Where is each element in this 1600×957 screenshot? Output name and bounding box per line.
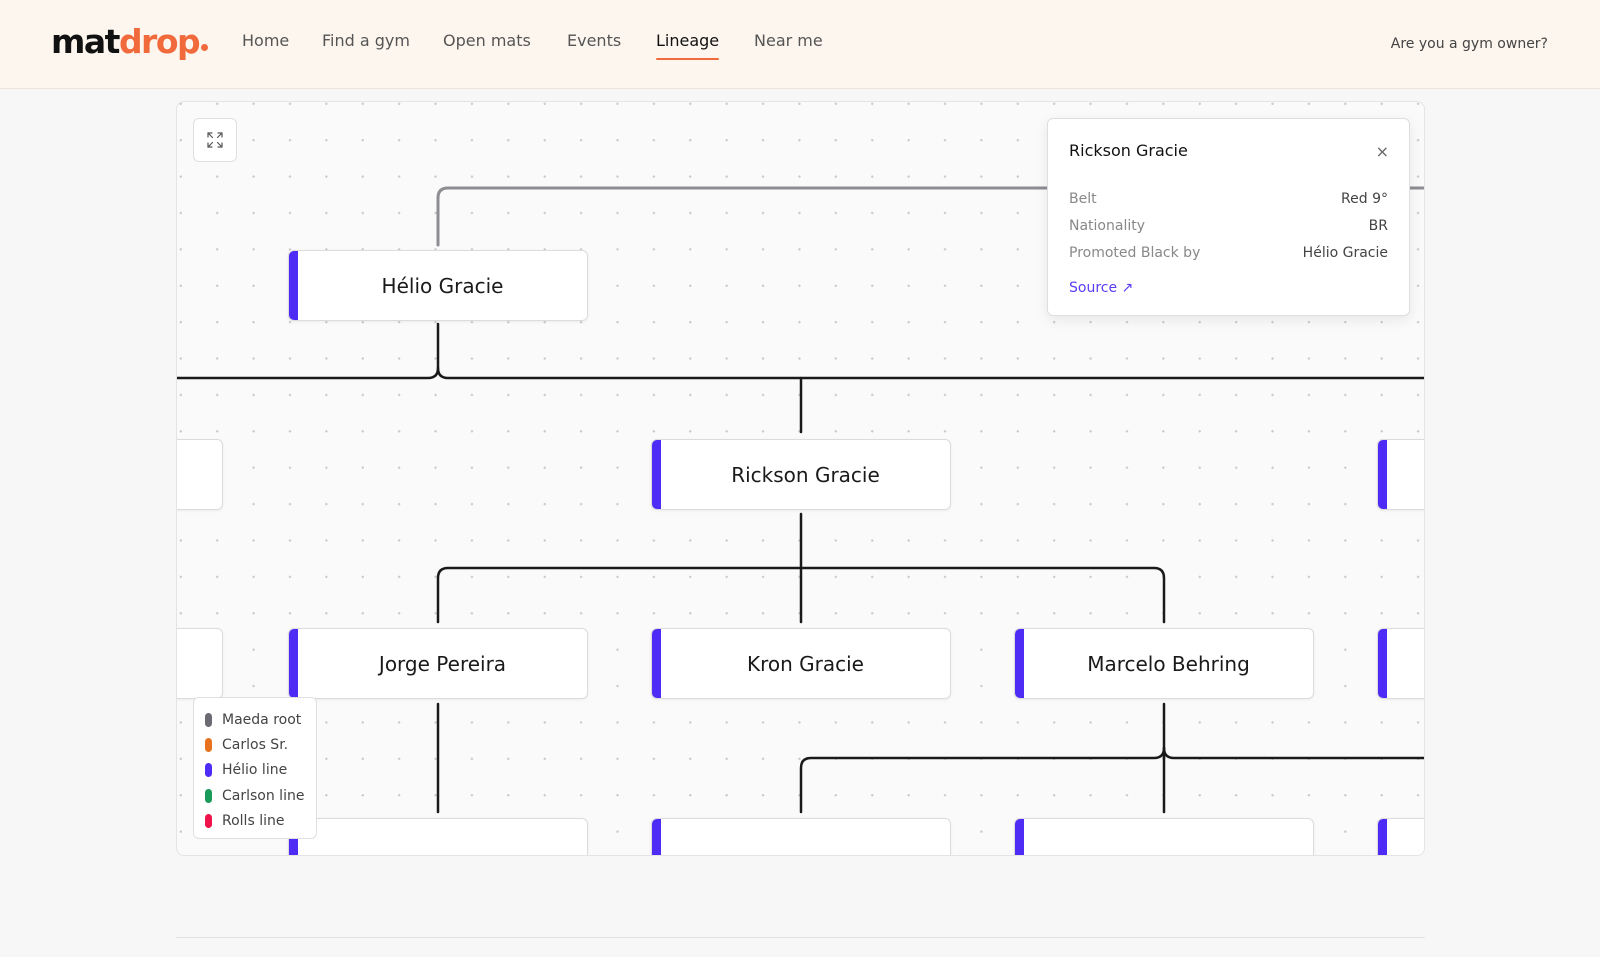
legend-swatch <box>205 814 212 829</box>
legend-item: Carlos Sr. <box>205 732 306 757</box>
legend-item: Carlson line <box>205 783 306 808</box>
nav-open-mats[interactable]: Open mats <box>443 31 531 51</box>
expand-icon <box>207 132 223 148</box>
node-cutoff[interactable] <box>1014 818 1314 855</box>
node-rickson-gracie[interactable]: Rickson Gracie <box>651 439 951 510</box>
node-offscreen-right[interactable] <box>1377 439 1424 510</box>
logo-dot <box>201 44 209 51</box>
node-cutoff[interactable] <box>288 818 588 855</box>
lineage-color-bar <box>1378 819 1387 855</box>
legend-swatch <box>205 788 212 803</box>
detail-row-promoted-by: Promoted Black by Hélio Gracie <box>1069 245 1388 261</box>
lineage-color-bar <box>289 251 298 320</box>
lineage-color-bar <box>652 440 661 509</box>
lineage-legend: Maeda root Carlos Sr. Hélio line Carlson… <box>193 697 317 839</box>
nav-home[interactable]: Home <box>242 31 289 51</box>
detail-row-nationality: Nationality BR <box>1069 218 1388 234</box>
person-detail-popover: Rickson Gracie × Belt Red 9° Nationality… <box>1047 118 1410 316</box>
nav-lineage[interactable]: Lineage <box>656 31 719 51</box>
node-offscreen-right[interactable] <box>1377 628 1424 699</box>
legend-swatch <box>205 738 212 753</box>
lineage-color-bar <box>1015 629 1024 698</box>
nav-events[interactable]: Events <box>567 31 621 51</box>
node-helio-gracie[interactable]: Hélio Gracie <box>288 250 588 321</box>
legend-item: Hélio line <box>205 758 306 783</box>
nav-find-a-gym[interactable]: Find a gym <box>322 31 410 51</box>
node-cutoff[interactable] <box>1377 818 1424 855</box>
lineage-color-bar <box>1378 629 1387 698</box>
nav-near-me[interactable]: Near me <box>754 31 823 51</box>
lineage-color-bar <box>652 819 661 855</box>
lineage-color-bar <box>652 629 661 698</box>
fit-view-button[interactable] <box>193 118 237 162</box>
footer-divider <box>176 937 1425 938</box>
gym-owner-link[interactable]: Are you a gym owner? <box>1391 36 1548 52</box>
lineage-color-bar <box>1015 819 1024 855</box>
node-offscreen-left[interactable] <box>177 628 223 699</box>
legend-item: Rolls line <box>205 809 306 834</box>
close-icon[interactable]: × <box>1376 143 1389 161</box>
matdrop-logo[interactable]: matdrop <box>51 22 209 62</box>
node-kron-gracie[interactable]: Kron Gracie <box>651 628 951 699</box>
legend-swatch <box>205 712 212 727</box>
node-cutoff[interactable] <box>651 818 951 855</box>
top-navigation-bar: matdrop Home Find a gym Open mats Events… <box>0 0 1600 89</box>
popover-title: Rickson Gracie <box>1069 141 1188 160</box>
node-offscreen-left[interactable] <box>177 439 223 510</box>
lineage-color-bar <box>1378 440 1387 509</box>
detail-row-belt: Belt Red 9° <box>1069 191 1388 207</box>
node-jorge-pereira[interactable]: Jorge Pereira <box>288 628 588 699</box>
node-marcelo-behring[interactable]: Marcelo Behring <box>1014 628 1314 699</box>
active-tab-underline <box>656 58 719 60</box>
legend-item: Maeda root <box>205 707 306 732</box>
source-link[interactable]: Source ↗ <box>1069 280 1133 296</box>
legend-swatch <box>205 763 212 778</box>
lineage-tree-canvas[interactable]: Hélio Gracie Rickson Gracie Jorge Pereir… <box>176 101 1425 856</box>
lineage-color-bar <box>289 629 298 698</box>
